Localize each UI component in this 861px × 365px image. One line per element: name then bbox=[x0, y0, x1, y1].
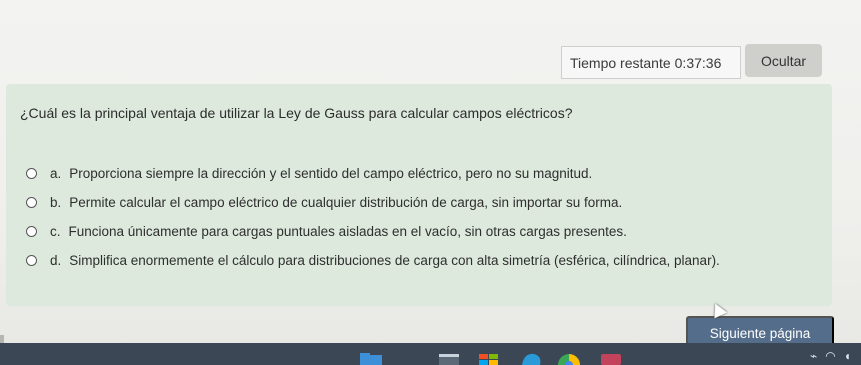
radio-button-b[interactable] bbox=[26, 197, 37, 208]
time-remaining: Tiempo restante 0:37:36 bbox=[561, 46, 741, 79]
volume-icon[interactable]: ◖ bbox=[844, 349, 851, 363]
option-text: Funciona únicamente para cargas puntuale… bbox=[68, 224, 627, 239]
question-text: ¿Cuál es la principal ventaja de utiliza… bbox=[20, 105, 573, 121]
next-page-button[interactable]: Siguiente página bbox=[686, 316, 834, 346]
option-text: Proporciona siempre la dirección y el se… bbox=[69, 166, 593, 181]
option-text: Simplifica enormemente el cálculo para d… bbox=[69, 253, 720, 268]
radio-button-d[interactable] bbox=[26, 255, 37, 266]
option-letter: a. bbox=[50, 166, 62, 181]
answer-option-c[interactable]: c. Funciona únicamente para cargas puntu… bbox=[26, 217, 720, 246]
system-tray: ⌁ ◠ ◖ bbox=[810, 349, 851, 363]
chrome-browser-icon[interactable] bbox=[556, 351, 582, 365]
taskbar: ⌁ ◠ ◖ bbox=[0, 343, 861, 365]
file-explorer-icon[interactable] bbox=[358, 351, 384, 365]
store-icon[interactable] bbox=[476, 351, 502, 365]
hide-timer-button[interactable]: Ocultar bbox=[745, 44, 822, 77]
answer-option-d[interactable]: d. Simplifica enormemente el cálculo par… bbox=[26, 246, 720, 275]
option-letter: b. bbox=[50, 195, 62, 210]
time-remaining-label: Tiempo restante bbox=[570, 54, 671, 71]
option-text: Permite calcular el campo eléctrico de c… bbox=[69, 195, 623, 210]
edge-browser-icon[interactable] bbox=[518, 351, 544, 365]
question-panel: ¿Cuál es la principal ventaja de utiliza… bbox=[6, 84, 832, 306]
wifi-icon[interactable]: ◠ bbox=[825, 349, 835, 363]
radio-button-c[interactable] bbox=[26, 226, 37, 237]
option-letter: c. bbox=[50, 224, 61, 239]
app-icon[interactable] bbox=[598, 351, 624, 365]
time-remaining-value: 0:37:36 bbox=[674, 54, 722, 71]
terminal-icon[interactable] bbox=[436, 351, 462, 365]
tray-icon[interactable]: ⌁ bbox=[810, 349, 817, 363]
answer-option-b[interactable]: b. Permite calcular el campo eléctrico d… bbox=[26, 188, 720, 217]
answer-options: a. Proporciona siempre la dirección y el… bbox=[26, 159, 720, 275]
option-letter: d. bbox=[50, 253, 62, 268]
answer-option-a[interactable]: a. Proporciona siempre la dirección y el… bbox=[26, 159, 720, 188]
radio-button-a[interactable] bbox=[26, 168, 37, 179]
